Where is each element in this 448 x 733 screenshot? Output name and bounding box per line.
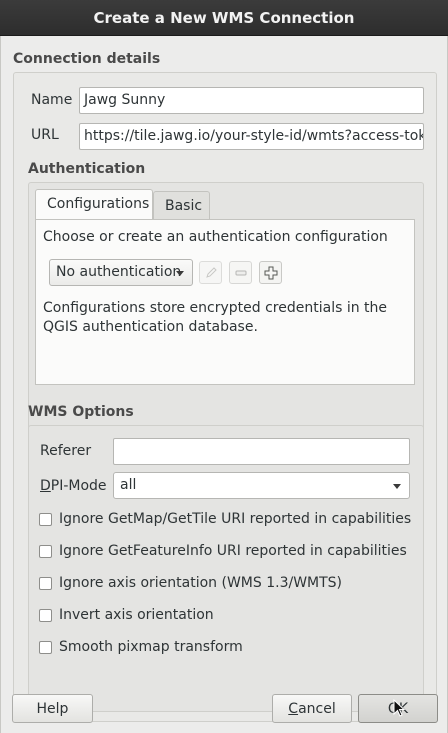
auth-config-value: No authentication — [56, 264, 182, 280]
add-config-button[interactable] — [259, 261, 282, 284]
authentication-title: Authentication — [28, 161, 146, 177]
ignore-getfeatureinfo-label: Ignore GetFeatureInfo URI reported in ca… — [59, 543, 407, 559]
invert-axis-orientation-label: Invert axis orientation — [59, 607, 214, 623]
chevron-down-icon — [176, 271, 184, 276]
smooth-pixmap-checkbox[interactable] — [39, 640, 52, 654]
help-button[interactable]: Help — [12, 694, 93, 723]
chevron-down-icon — [393, 484, 401, 489]
ignore-getmap-checkbox[interactable] — [39, 512, 52, 526]
connection-details-title: Connection details — [13, 51, 161, 67]
dialog-body: Connection details Name Jawg Sunny URL h… — [0, 36, 448, 733]
wms-options-group — [28, 425, 424, 712]
ignore-getmap-label: Ignore GetMap/GetTile URI reported in ca… — [59, 511, 412, 527]
smooth-pixmap-label: Smooth pixmap transform — [59, 639, 243, 655]
name-input[interactable]: Jawg Sunny — [79, 87, 424, 114]
ignore-getfeatureinfo-checkbox-row[interactable]: Ignore GetFeatureInfo URI reported in ca… — [39, 541, 407, 561]
mouse-pointer-icon — [393, 699, 406, 717]
referer-label: Referer — [40, 443, 92, 459]
tab-configurations[interactable]: Configurations — [35, 189, 153, 219]
wms-options-title: WMS Options — [28, 404, 134, 420]
ignore-getfeatureinfo-checkbox[interactable] — [39, 544, 52, 558]
cancel-button[interactable]: Cancel — [272, 694, 352, 723]
ignore-axis-orientation-checkbox-row[interactable]: Ignore axis orientation (WMS 1.3/WMTS) — [39, 573, 342, 593]
dpi-mode-label: DPI-Mode — [40, 478, 107, 494]
referer-input[interactable] — [113, 438, 410, 465]
url-label: URL — [31, 127, 59, 143]
ignore-axis-orientation-label: Ignore axis orientation (WMS 1.3/WMTS) — [59, 575, 343, 591]
smooth-pixmap-checkbox-row[interactable]: Smooth pixmap transform — [39, 637, 243, 657]
url-input[interactable]: https://tile.jawg.io/your-style-id/wmts?… — [79, 123, 424, 150]
window-title: Create a New WMS Connection — [93, 8, 355, 27]
remove-icon — [235, 270, 246, 275]
auth-description: Configurations store encrypted credentia… — [43, 300, 388, 335]
ignore-getmap-checkbox-row[interactable]: Ignore GetMap/GetTile URI reported in ca… — [39, 509, 411, 529]
tab-basic[interactable]: Basic — [153, 191, 210, 219]
dpi-mode-select[interactable]: all — [113, 472, 410, 499]
invert-axis-orientation-checkbox[interactable] — [39, 608, 52, 622]
name-label: Name — [31, 92, 73, 108]
ignore-axis-orientation-checkbox[interactable] — [39, 576, 52, 590]
edit-config-button[interactable] — [199, 261, 222, 284]
cancel-label-rest: ancel — [298, 700, 336, 717]
remove-config-button[interactable] — [229, 261, 252, 284]
edit-icon — [205, 266, 217, 278]
auth-config-select[interactable]: No authentication — [49, 259, 193, 286]
auth-instruction: Choose or create an authentication confi… — [43, 229, 388, 245]
dpi-mode-value: all — [120, 477, 137, 493]
window-titlebar[interactable]: Create a New WMS Connection — [0, 0, 448, 36]
dpi-mnemonic: D — [40, 478, 51, 494]
add-icon — [264, 266, 277, 279]
cancel-mnemonic: C — [288, 700, 299, 717]
invert-axis-orientation-checkbox-row[interactable]: Invert axis orientation — [39, 605, 214, 625]
dpi-label-rest: PI-Mode — [50, 478, 107, 494]
